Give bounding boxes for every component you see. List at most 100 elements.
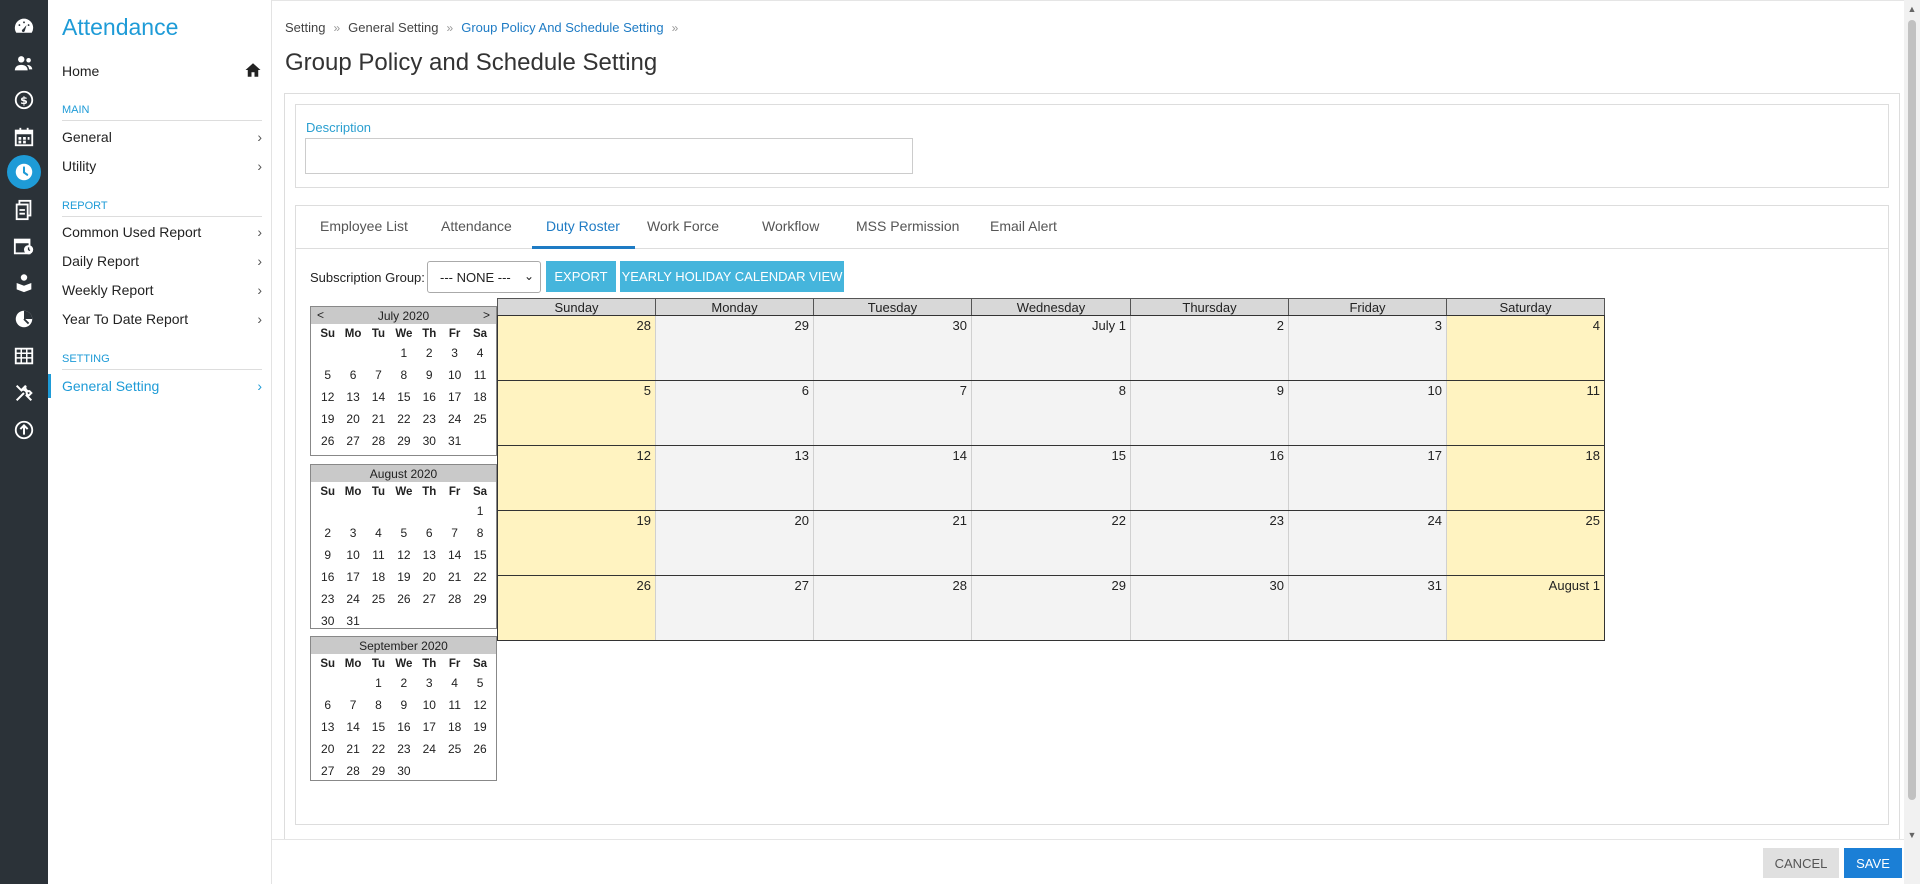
mini-calendar-day[interactable]: 8	[366, 698, 391, 712]
mini-calendar-day[interactable]: 1	[366, 676, 391, 690]
mini-calendar-day[interactable]: 20	[417, 570, 442, 584]
mini-calendar-day[interactable]: 28	[366, 434, 391, 448]
breadcrumb-general-setting[interactable]: General Setting	[348, 20, 438, 35]
training-icon[interactable]	[7, 266, 41, 300]
calendar-day-cell[interactable]: 2	[1130, 315, 1289, 381]
mini-calendar-day[interactable]: 2	[391, 676, 416, 690]
tab-work-force[interactable]: Work Force	[647, 218, 719, 234]
subscription-group-select[interactable]: --- NONE --- ⌄	[427, 261, 541, 293]
mini-calendar-day[interactable]: 26	[315, 434, 340, 448]
mini-calendar-day[interactable]: 24	[340, 592, 365, 606]
mini-calendar-day[interactable]: 23	[315, 592, 340, 606]
calendar-day-cell[interactable]: 15	[971, 445, 1131, 511]
calendar-day-cell[interactable]: 30	[1130, 575, 1289, 641]
mini-calendar-day[interactable]: 14	[340, 720, 365, 734]
mini-calendar-day[interactable]: 24	[442, 412, 467, 426]
tools-icon[interactable]	[7, 376, 41, 410]
mini-calendar-day[interactable]: 6	[315, 698, 340, 712]
page-scrollbar[interactable]: ▲ ▼	[1904, 0, 1920, 884]
save-button[interactable]: SAVE	[1844, 848, 1902, 878]
tab-workflow[interactable]: Workflow	[762, 218, 819, 234]
mini-calendar-day[interactable]: 25	[442, 742, 467, 756]
calendar-day-cell[interactable]: 14	[813, 445, 972, 511]
mini-calendar-day[interactable]: 25	[467, 412, 492, 426]
mini-calendar-day[interactable]: 13	[340, 390, 365, 404]
mini-calendar-day[interactable]: 21	[340, 742, 365, 756]
documents-icon[interactable]	[7, 193, 41, 227]
mini-calendar-day[interactable]: 27	[315, 764, 340, 778]
calendar-day-cell[interactable]: 9	[1130, 380, 1289, 446]
mini-calendar-day[interactable]: 3	[442, 346, 467, 360]
mini-calendar-day[interactable]: 27	[417, 592, 442, 606]
sidebar-item-utility[interactable]: Utility ›	[62, 155, 262, 177]
mini-calendar-day[interactable]: 14	[442, 548, 467, 562]
mini-calendar-day[interactable]: 3	[417, 676, 442, 690]
mini-calendar-next[interactable]: >	[483, 308, 490, 322]
mini-calendar-day[interactable]: 4	[467, 346, 492, 360]
calendar-day-cell[interactable]: 3	[1288, 315, 1447, 381]
sidebar-item-general-setting[interactable]: General Setting ›	[62, 375, 262, 397]
mini-calendar-day[interactable]: 17	[340, 570, 365, 584]
mini-calendar-day[interactable]: 21	[366, 412, 391, 426]
calendar-day-cell[interactable]: 30	[813, 315, 972, 381]
mini-calendar-day[interactable]: 6	[417, 526, 442, 540]
mini-calendar-day[interactable]: 29	[366, 764, 391, 778]
payroll-icon[interactable]: $	[7, 83, 41, 117]
sidebar-item-common-used-report[interactable]: Common Used Report ›	[62, 221, 262, 243]
attendance-clock-icon[interactable]	[7, 155, 41, 189]
calendar-day-cell[interactable]: 24	[1288, 510, 1447, 576]
tab-email-alert[interactable]: Email Alert	[990, 218, 1057, 234]
mini-calendar-day[interactable]: 7	[340, 698, 365, 712]
mini-calendar-day[interactable]: 17	[442, 390, 467, 404]
mini-calendar-day[interactable]: 4	[366, 526, 391, 540]
upload-icon[interactable]	[7, 413, 41, 447]
mini-calendar-day[interactable]: 28	[340, 764, 365, 778]
calendar-day-cell[interactable]: 12	[497, 445, 656, 511]
mini-calendar-day[interactable]: 15	[366, 720, 391, 734]
calendar-day-cell[interactable]: 23	[1130, 510, 1289, 576]
calendar-day-cell[interactable]: 20	[655, 510, 814, 576]
mini-calendar-day[interactable]: 18	[442, 720, 467, 734]
mini-calendar-day[interactable]: 18	[467, 390, 492, 404]
mini-calendar-day[interactable]: 31	[340, 614, 365, 628]
calendar-day-cell[interactable]: 11	[1446, 380, 1605, 446]
sidebar-item-home[interactable]: Home	[62, 60, 262, 82]
breadcrumb-setting[interactable]: Setting	[285, 20, 325, 35]
scroll-thumb[interactable]	[1908, 20, 1916, 800]
description-input[interactable]	[305, 138, 913, 174]
scroll-down-icon[interactable]: ▼	[1904, 828, 1920, 842]
mini-calendar-day[interactable]: 7	[366, 368, 391, 382]
mini-calendar-day[interactable]: 19	[467, 720, 492, 734]
calendar-day-cell[interactable]: 26	[497, 575, 656, 641]
mini-calendar-day[interactable]: 10	[340, 548, 365, 562]
calendar-day-cell[interactable]: 13	[655, 445, 814, 511]
mini-calendar-day[interactable]: 3	[340, 526, 365, 540]
mini-calendar-day[interactable]: 12	[467, 698, 492, 712]
mini-calendar-day[interactable]: 11	[467, 368, 492, 382]
mini-calendar-day[interactable]: 16	[315, 570, 340, 584]
mini-calendar-day[interactable]: 9	[391, 698, 416, 712]
table-icon[interactable]	[7, 339, 41, 373]
mini-calendar-day[interactable]: 20	[315, 742, 340, 756]
mini-calendar-day[interactable]: 25	[366, 592, 391, 606]
calendar-day-cell[interactable]: 22	[971, 510, 1131, 576]
mini-calendar-day[interactable]: 29	[467, 592, 492, 606]
mini-calendar-day[interactable]: 1	[467, 504, 492, 518]
mini-calendar-day[interactable]: 26	[467, 742, 492, 756]
mini-calendar-day[interactable]: 4	[442, 676, 467, 690]
mini-calendar-day[interactable]: 9	[417, 368, 442, 382]
calendar-day-cell[interactable]: 18	[1446, 445, 1605, 511]
calendar-day-cell[interactable]: 27	[655, 575, 814, 641]
calendar-day-cell[interactable]: 17	[1288, 445, 1447, 511]
sidebar-item-weekly-report[interactable]: Weekly Report ›	[62, 279, 262, 301]
mini-calendar-day[interactable]: 22	[366, 742, 391, 756]
mini-calendar-day[interactable]: 26	[391, 592, 416, 606]
mini-calendar-day[interactable]: 20	[340, 412, 365, 426]
mini-calendar-day[interactable]: 30	[315, 614, 340, 628]
calendar-icon[interactable]	[7, 120, 41, 154]
mini-calendar-day[interactable]: 8	[467, 526, 492, 540]
mini-calendar-day[interactable]: 23	[417, 412, 442, 426]
calendar-day-cell[interactable]: 19	[497, 510, 656, 576]
calendar-day-cell[interactable]: July 1	[971, 315, 1131, 381]
calendar-day-cell[interactable]: 29	[655, 315, 814, 381]
